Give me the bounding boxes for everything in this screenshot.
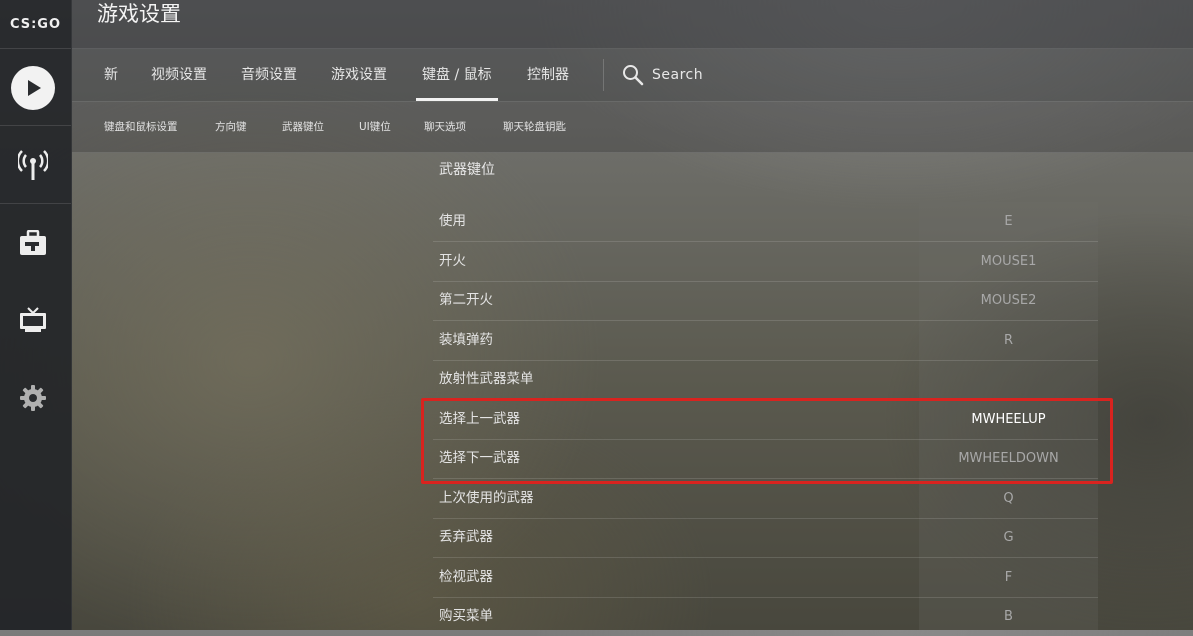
tab-audio[interactable]: 音频设置 [241, 49, 297, 101]
subtab-weapon-keys[interactable]: 武器键位 [282, 102, 324, 152]
tab-video[interactable]: 视频设置 [151, 49, 207, 101]
logo-text: CS:GO [9, 16, 62, 32]
tv-button[interactable] [11, 298, 55, 342]
sidebar: CS:GO [0, 0, 72, 630]
subtab-chat-wheel-keys[interactable]: 聊天轮盘钥匙 [503, 102, 566, 152]
settings-button[interactable] [11, 376, 55, 420]
play-button[interactable] [11, 66, 55, 110]
tab-bar: 新 视频设置 音频设置 游戏设置 键盘 / 鼠标 控制器 Search [72, 49, 1193, 102]
binding-row[interactable]: 上次使用的武器 Q [433, 479, 1098, 519]
tab-divider [603, 59, 604, 91]
sidebar-divider [0, 203, 71, 204]
tab-keyboard-mouse[interactable]: 键盘 / 鼠标 [416, 49, 498, 101]
binding-key[interactable]: R [919, 321, 1098, 360]
inventory-button[interactable] [11, 221, 55, 265]
section-title: 武器键位 [439, 162, 495, 178]
subtab-chat-options[interactable]: 聊天选项 [424, 102, 466, 152]
binding-key[interactable]: Q [919, 479, 1098, 518]
header: 游戏设置 [72, 0, 1193, 49]
briefcase-icon [20, 230, 46, 255]
binding-row[interactable]: 装填弹药 R [433, 321, 1098, 361]
subtab-keyboard-mouse-settings[interactable]: 键盘和鼠标设置 [104, 102, 178, 152]
tv-icon [20, 307, 46, 332]
binding-action: 检视武器 [439, 569, 493, 585]
binding-action: 丢弃武器 [439, 529, 493, 545]
binding-action: 使用 [439, 213, 466, 229]
sidebar-divider [0, 48, 71, 49]
search-button[interactable]: Search [622, 49, 703, 101]
binding-key[interactable]: F [919, 558, 1098, 597]
watch-button[interactable] [11, 143, 55, 187]
binding-key[interactable] [919, 360, 1098, 399]
subtab-ui-keys[interactable]: UI键位 [359, 102, 391, 152]
play-icon [11, 66, 55, 110]
binding-action: 第二开火 [439, 292, 493, 308]
binding-action: 上次使用的武器 [439, 490, 534, 506]
binding-key[interactable]: G [919, 518, 1098, 557]
binding-action: 开火 [439, 253, 466, 269]
binding-key[interactable]: MOUSE2 [919, 281, 1098, 320]
tab-controller[interactable]: 控制器 [527, 49, 569, 101]
app-logo[interactable]: CS:GO [0, 0, 71, 48]
binding-row[interactable]: 第二开火 MOUSE2 [433, 281, 1098, 321]
sidebar-divider [0, 125, 71, 126]
page-title: 游戏设置 [97, 2, 181, 26]
binding-row[interactable]: 开火 MOUSE1 [433, 242, 1098, 282]
search-icon [623, 65, 644, 86]
gear-icon [20, 385, 46, 411]
subtab-bar: 键盘和鼠标设置 方向键 武器键位 UI键位 聊天选项 聊天轮盘钥匙 [72, 102, 1193, 153]
binding-row[interactable]: 购买菜单 B [433, 597, 1098, 636]
binding-row[interactable]: 放射性武器菜单 [433, 360, 1098, 400]
tab-new[interactable]: 新 [104, 49, 118, 101]
binding-row[interactable]: 检视武器 F [433, 558, 1098, 598]
broadcast-icon [18, 150, 48, 180]
binding-key[interactable]: MOUSE1 [919, 242, 1098, 281]
binding-action: 购买菜单 [439, 608, 493, 624]
search-label: Search [652, 67, 704, 83]
highlight-annotation [421, 398, 1113, 484]
binding-action: 装填弹药 [439, 332, 493, 348]
binding-key[interactable]: E [919, 202, 1098, 241]
binding-action: 放射性武器菜单 [439, 371, 534, 387]
binding-key[interactable]: B [919, 597, 1098, 636]
tab-game[interactable]: 游戏设置 [331, 49, 387, 101]
binding-row[interactable]: 丢弃武器 G [433, 518, 1098, 558]
subtab-movement-keys[interactable]: 方向键 [215, 102, 247, 152]
binding-row[interactable]: 使用 E [433, 202, 1098, 242]
